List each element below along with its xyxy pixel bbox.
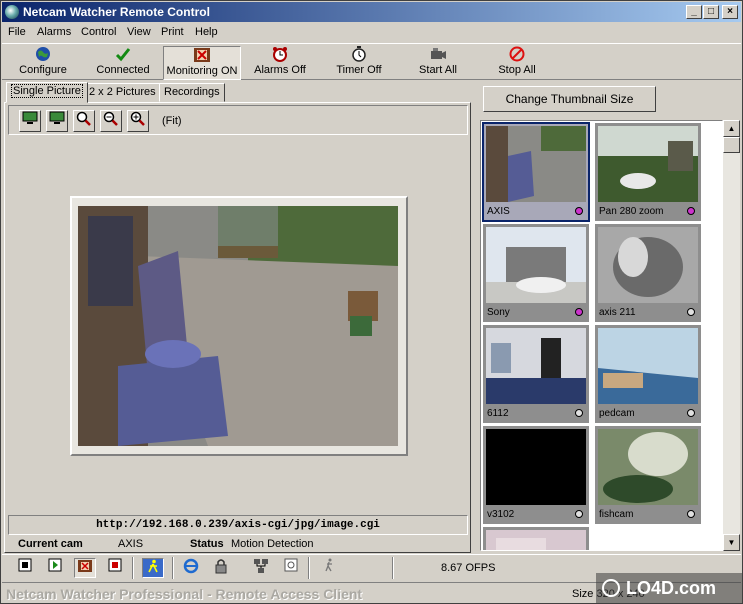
status-indicator [687,409,695,417]
scrollbar-thumb[interactable] [723,137,740,153]
menu-bar: File Alarms Control View Print Help [2,23,741,42]
thumbnail-partial[interactable] [483,527,589,550]
network-icon[interactable] [250,558,272,578]
menu-help[interactable]: Help [195,26,218,38]
menu-file[interactable]: File [8,26,26,38]
product-name: Netcam Watcher Professional - Remote Acc… [6,586,363,602]
globe-icon [14,46,72,64]
thumbnail-axis[interactable]: AXIS [482,122,590,222]
tab-2x2-pictures[interactable]: 2 x 2 Pictures [84,83,161,102]
camera-frame [70,196,408,456]
menu-alarms[interactable]: Alarms [37,26,71,38]
fps-readout: 8.67 OFPS [441,562,496,574]
camera-status-row: Current cam AXIS Status Motion Detection [8,536,468,552]
zoom-in-icon[interactable] [127,110,149,132]
scroll-up-icon[interactable]: ▲ [723,120,740,137]
alarm-clock-icon [250,46,310,64]
browser-icon[interactable] [180,558,202,578]
thumbnail-pan-280-zoom[interactable]: Pan 280 zoom [595,123,701,221]
minimize-button[interactable]: _ [686,5,702,19]
close-button[interactable]: × [722,5,738,19]
status-indicator [575,308,583,316]
view-toolbar: (Fit) [8,105,468,135]
main-toolbar: Configure Connected Monitoring ON Alarms… [2,43,741,80]
configure-button[interactable]: Configure [14,46,72,80]
scroll-down-icon[interactable]: ▼ [723,534,740,551]
status-indicator [687,510,695,518]
start-all-button[interactable]: Start All [411,46,465,80]
change-thumbnail-size-button[interactable]: Change Thumbnail Size [483,86,656,112]
lock-icon[interactable] [210,558,232,578]
watermark-icon [602,579,620,597]
settings-icon[interactable] [280,558,302,578]
window-title: Netcam Watcher Remote Control [23,5,210,19]
status-value: Motion Detection [231,538,314,550]
status-indicator [575,207,583,215]
thumbnail-scrollbar[interactable]: ▲ ▼ [723,120,740,551]
current-cam-value: AXIS [118,538,144,550]
tab-single-picture[interactable]: Single Picture [6,82,88,103]
zoom-icon[interactable] [73,110,95,132]
app-icon [5,5,19,19]
connected-button[interactable]: Connected [90,46,156,80]
status-indicator [687,308,695,316]
status-indicator [575,409,583,417]
thumbnail-axis-211[interactable]: axis 211 [595,224,701,322]
watermark: LO4D.com [596,573,742,603]
timer-off-button[interactable]: Timer Off [332,46,386,80]
record-icon[interactable] [104,558,126,578]
camera-url: http://192.168.0.239/axis-cgi/jpg/image.… [8,515,468,535]
checkmark-icon [90,46,156,64]
menu-print[interactable]: Print [161,26,184,38]
toolbar-separator [392,557,394,579]
stop-record-icon[interactable] [14,558,36,578]
monitoring-button[interactable]: Monitoring ON [163,46,241,80]
single-picture-panel: (Fit) http://192.168.0.239/axis-cgi/jpg/… [4,102,471,553]
walking-icon[interactable] [318,558,340,578]
camera-icon [411,46,465,64]
app-window: Netcam Watcher Remote Control _ □ × File… [0,0,743,604]
motion-detect-icon[interactable] [142,558,164,578]
toolbar-separator [132,557,134,579]
status-indicator [687,207,695,215]
thumbnail-grid: AXIS Pan 280 zoom Sony axis 211 6112 ped… [480,120,723,551]
film-icon [164,47,240,65]
thumbnail-fishcam[interactable]: fishcam [595,426,701,524]
menu-view[interactable]: View [127,26,151,38]
stopwatch-icon [332,46,386,64]
zoom-out-icon[interactable] [100,110,122,132]
stop-icon [492,46,542,64]
monitor-icon[interactable] [46,110,68,132]
thumbnail-sony[interactable]: Sony [483,224,589,322]
status-indicator [575,510,583,518]
title-bar: Netcam Watcher Remote Control _ □ × [2,2,741,22]
play-icon[interactable] [44,558,66,578]
thumbnail-6112[interactable]: 6112 [483,325,589,423]
maximize-button[interactable]: □ [703,5,719,19]
thumbnail-pedcam[interactable]: pedcam [595,325,701,423]
thumbnail-panel: Change Thumbnail Size AXIS Pan 280 zoom … [475,83,741,552]
menu-control[interactable]: Control [81,26,116,38]
alarms-off-button[interactable]: Alarms Off [250,46,310,80]
monitor-icon[interactable] [19,110,41,132]
camera-image [78,206,398,446]
current-cam-label: Current cam [18,538,83,550]
tab-recordings[interactable]: Recordings [159,83,225,102]
toolbar-separator [172,557,174,579]
film-icon[interactable] [74,558,96,578]
status-label: Status [190,538,224,550]
stop-all-button[interactable]: Stop All [492,46,542,80]
thumbnail-v3102[interactable]: v3102 [483,426,589,524]
toolbar-separator [308,557,310,579]
zoom-level: (Fit) [162,115,182,127]
